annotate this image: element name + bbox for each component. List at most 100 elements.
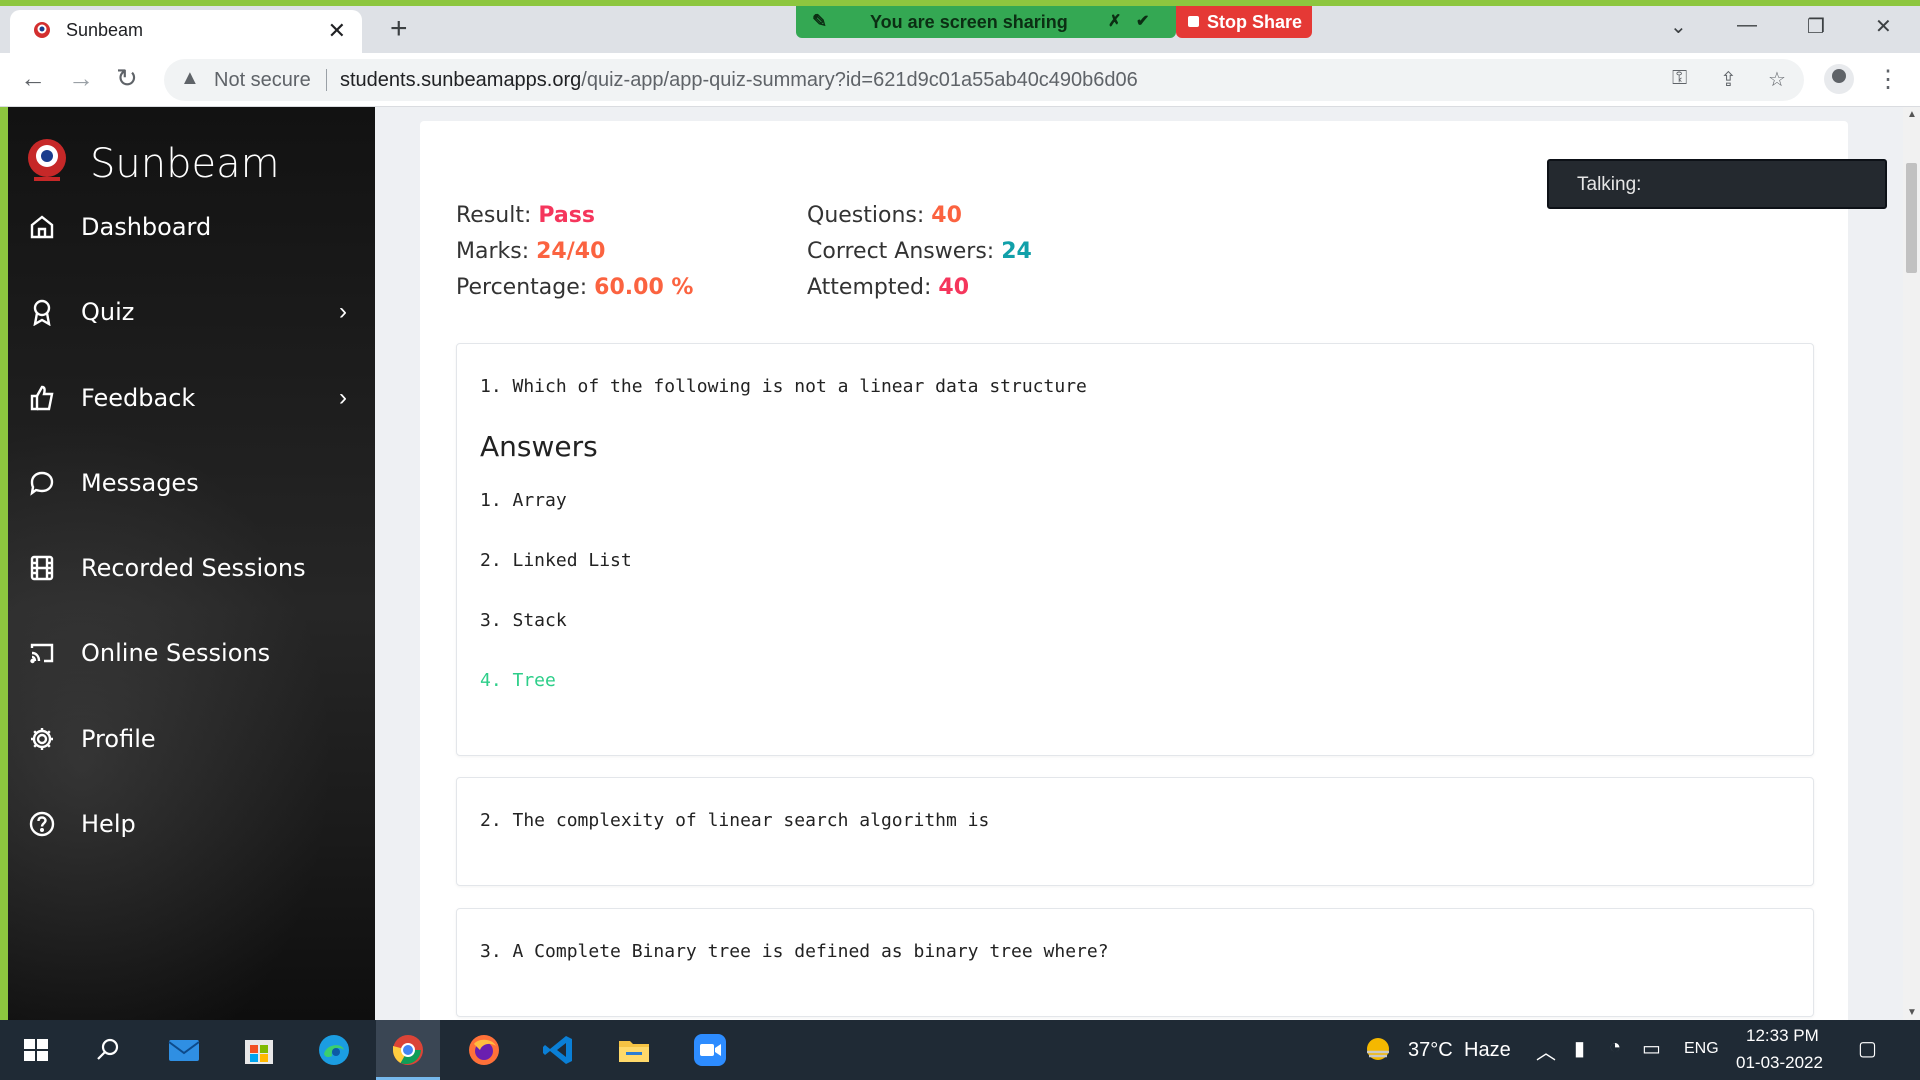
gear-icon (31, 728, 53, 750)
bookmark-star-icon[interactable]: ☆ (1768, 67, 1786, 92)
clock-time[interactable]: 12:33 PM (1746, 1026, 1819, 1046)
question-card: 3. A Complete Binary tree is defined as … (456, 908, 1814, 1017)
tab-strip: Sunbeam ✕ + ✎ You are screen sharing ✗ ✔… (0, 0, 1920, 53)
questions-value: 40 (931, 203, 962, 228)
windows-logo-icon (24, 1039, 48, 1061)
key-icon[interactable]: ⚿ (1672, 67, 1687, 90)
page-scrollbar[interactable]: ▲ ▼ (1903, 107, 1920, 1020)
zoom-video-icon (694, 1034, 726, 1066)
taskbar-mail[interactable] (152, 1020, 216, 1080)
sunbeam-favicon-icon (34, 22, 50, 38)
back-arrow-icon[interactable]: ← (20, 63, 46, 94)
taskbar-zoom[interactable] (678, 1020, 742, 1080)
browser-tab[interactable]: Sunbeam ✕ (10, 10, 362, 53)
marks-value: 24/40 (536, 239, 606, 264)
sidebar-item-recorded-sessions[interactable]: Recorded Sessions (8, 540, 375, 600)
sidebar-item-profile[interactable]: Profile (8, 711, 375, 771)
search-button[interactable] (76, 1020, 140, 1080)
result-stat: Result: Pass (456, 203, 595, 228)
sidebar-item-messages[interactable]: Messages (8, 455, 375, 515)
warning-icon[interactable]: ▲ (180, 67, 200, 90)
notification-icon[interactable]: ▢ (1858, 1036, 1877, 1061)
mic-muted-icon[interactable]: ✗ (1108, 11, 1121, 31)
sidebar-item-label: Help (81, 810, 136, 838)
award-icon (33, 299, 51, 326)
new-tab-button[interactable]: + (390, 14, 408, 44)
tab-search-chevron-icon[interactable]: ⌄ (1670, 14, 1687, 39)
message-icon (30, 471, 54, 496)
stop-icon (1188, 16, 1199, 27)
attempted-value: 40 (938, 275, 970, 300)
start-button[interactable] (4, 1020, 68, 1080)
reload-icon[interactable]: ↻ (116, 63, 138, 94)
stop-share-label: Stop Share (1207, 12, 1303, 32)
sidebar-item-label: Messages (81, 469, 199, 497)
firefox-icon (469, 1035, 499, 1065)
taskbar-file-explorer[interactable] (602, 1020, 666, 1080)
taskbar-firefox[interactable] (452, 1020, 516, 1080)
omnibox-divider (326, 69, 327, 91)
weather-haze-icon[interactable] (1362, 1034, 1394, 1066)
question-text: 1. Which of the following is not a linea… (480, 376, 1087, 397)
taskbar-edge[interactable] (302, 1020, 366, 1080)
vscode-icon (543, 1036, 572, 1064)
kebab-menu-icon[interactable]: ⋮ (1876, 65, 1900, 94)
sidebar-item-help[interactable]: Help (8, 796, 375, 856)
shield-check-icon[interactable]: ✔ (1136, 11, 1149, 31)
question-text: 3. A Complete Binary tree is defined as … (480, 941, 1109, 962)
restore-icon[interactable]: ❐ (1807, 14, 1825, 39)
sidebar-item-quiz[interactable]: Quiz › (8, 284, 375, 344)
taskbar-vscode[interactable] (526, 1020, 590, 1080)
address-bar[interactable]: ▲ Not secure students.sunbeamapps.org/qu… (164, 59, 1804, 101)
security-label[interactable]: Not secure (214, 69, 311, 92)
scroll-down-arrow-icon[interactable]: ▼ (1907, 1007, 1917, 1018)
minimize-icon[interactable]: — (1737, 14, 1757, 37)
forward-arrow-icon[interactable]: → (68, 63, 94, 94)
sidebar-item-dashboard[interactable]: Dashboard (8, 199, 375, 259)
microphone-icon[interactable]: ▮ (1574, 1036, 1585, 1061)
marks-stat: Marks: 24/40 (456, 239, 605, 264)
url-path: /quiz-app/app-quiz-summary?id=621d9c01a5… (581, 69, 1138, 91)
sidebar-item-label: Recorded Sessions (81, 554, 306, 582)
attempted-label: Attempted: (807, 275, 939, 300)
mail-icon (168, 1040, 200, 1061)
sidebar-item-label: Feedback (81, 384, 196, 412)
stop-share-button[interactable]: Stop Share (1176, 6, 1312, 38)
wifi-icon[interactable]: ◔ (1609, 1036, 1621, 1059)
answer-option-correct: 4. Tree (480, 670, 556, 691)
answer-option: 3. Stack (480, 610, 567, 631)
battery-icon[interactable]: ▭ (1642, 1036, 1661, 1061)
weather-temperature[interactable]: 37°C (1408, 1039, 1453, 1062)
question-card: 1. Which of the following is not a linea… (456, 343, 1814, 756)
sunbeam-logo-icon (28, 139, 66, 181)
quiz-summary-card: Result: Pass Marks: 24/40 Percentage: 60… (420, 121, 1848, 1020)
window-close-icon[interactable]: ✕ (1875, 14, 1892, 39)
answer-option: 1. Array (480, 490, 567, 511)
sidebar-item-label: Quiz (81, 298, 135, 326)
tab-close-icon[interactable]: ✕ (328, 18, 346, 44)
result-value: Pass (538, 203, 595, 228)
page-viewport: Sunbeam Dashboard Quiz › Feedback › Mess… (8, 107, 1920, 1020)
chevron-up-icon[interactable]: ︿ (1536, 1036, 1556, 1065)
scroll-up-arrow-icon[interactable]: ▲ (1907, 109, 1917, 120)
questions-stat: Questions: 40 (807, 203, 962, 228)
sidebar-item-label: Profile (81, 725, 156, 753)
sidebar-item-online-sessions[interactable]: Online Sessions (8, 625, 375, 685)
help-icon (29, 811, 55, 837)
home-icon (30, 215, 54, 239)
pin-icon[interactable]: ✎ (812, 11, 827, 32)
language-indicator[interactable]: ENG (1684, 1040, 1719, 1058)
profile-avatar-icon[interactable] (1824, 64, 1854, 94)
screen-share-banner: ✎ You are screen sharing ✗ ✔ (796, 6, 1176, 38)
share-icon[interactable]: ⇪ (1720, 67, 1737, 92)
correct-answers-stat: Correct Answers: 24 (807, 239, 1032, 264)
taskbar-store[interactable] (227, 1020, 291, 1080)
taskbar-chrome[interactable] (376, 1020, 440, 1080)
sidebar-item-feedback[interactable]: Feedback › (8, 370, 375, 430)
result-label: Result: (456, 203, 539, 228)
scrollbar-thumb[interactable] (1906, 163, 1917, 273)
weather-condition[interactable]: Haze (1464, 1039, 1511, 1062)
film-icon (30, 555, 54, 581)
url-text[interactable]: students.sunbeamapps.org/quiz-app/app-qu… (340, 69, 1138, 92)
clock-date[interactable]: 01-03-2022 (1736, 1053, 1823, 1073)
